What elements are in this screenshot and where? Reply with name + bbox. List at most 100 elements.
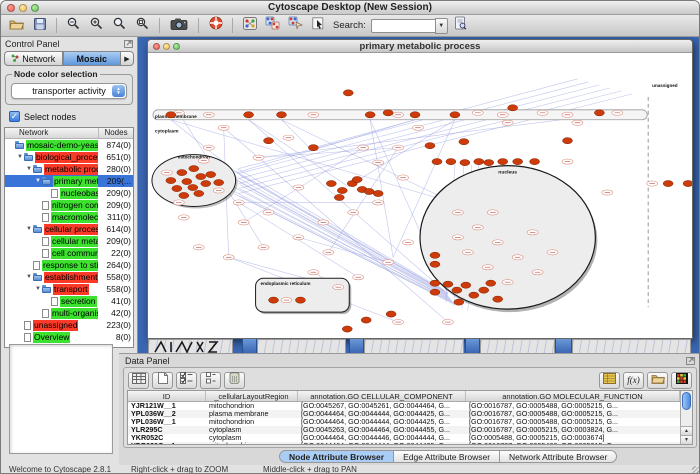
background-window-titlebar-fragment[interactable] (349, 339, 364, 353)
background-window-fragment[interactable] (480, 339, 555, 353)
tab-node-attribute-browser[interactable]: Node Attribute Browser (279, 450, 394, 463)
background-window-fragment[interactable] (257, 339, 346, 353)
search-dropdown-arrow[interactable]: ▼ (435, 18, 448, 34)
network-window-titlebar[interactable]: primary metabolic process (148, 40, 692, 53)
background-window-titlebar-fragment[interactable] (242, 339, 257, 353)
new-attribute-button[interactable] (152, 372, 173, 389)
tree-row[interactable]: ▼primary metabo209(... (5, 175, 133, 187)
scrollbar-thumb[interactable] (682, 392, 691, 410)
minimize-network-button[interactable] (163, 43, 170, 50)
help-button[interactable] (205, 16, 226, 35)
tree-row[interactable]: nucleobase-209(0) (5, 187, 133, 199)
minimize-window-button[interactable] (19, 4, 27, 12)
save-session-button[interactable] (29, 16, 50, 35)
tree-row[interactable]: unassigned223(0) (5, 319, 133, 331)
tree-row[interactable]: multi-organism pro42(0) (5, 307, 133, 319)
heatmap-button[interactable] (671, 372, 692, 389)
disclosure-triangle-icon[interactable]: ▼ (16, 154, 24, 160)
zoom-network-button[interactable] (173, 43, 180, 50)
search-input[interactable] (371, 19, 435, 33)
tree-row[interactable]: ▼transport558(0) (5, 283, 133, 295)
function-builder-button[interactable]: f(x) (623, 372, 644, 389)
background-window-titlebar-fragment[interactable] (465, 339, 480, 353)
tree-row[interactable]: cellular metabol209(0) (5, 235, 133, 247)
tree-row[interactable]: nitrogen compo209(0) (5, 199, 133, 211)
tab-network[interactable]: Network (4, 51, 63, 66)
column-header[interactable]: ID (128, 391, 206, 401)
import-attributes-button[interactable] (647, 372, 668, 389)
network-graph[interactable]: plasma membranecytoplasmmitochondrionnuc… (148, 53, 692, 338)
network-canvas[interactable]: plasma membranecytoplasmmitochondrionnuc… (148, 53, 692, 338)
tree-row[interactable]: mosaic-demo-yeast874(0) (5, 139, 133, 151)
birdseye-view-panel[interactable] (9, 344, 113, 454)
tree-node-label: Overview (33, 332, 70, 343)
tree-column-network[interactable]: Network (5, 128, 99, 138)
close-network-button[interactable] (153, 43, 160, 50)
tree-row[interactable]: Overview8(0) (5, 331, 133, 343)
undock-icon[interactable] (124, 40, 133, 48)
background-window-fragment[interactable] (148, 339, 233, 353)
tab-mosaic[interactable]: Mosaic (63, 51, 122, 66)
background-window-fragment[interactable] (572, 339, 691, 353)
disclosure-triangle-icon[interactable]: ▼ (34, 178, 42, 184)
table-cell: [GO:0005488, GO:0005215, GO:0003674] (466, 434, 680, 442)
close-window-button[interactable] (7, 4, 15, 12)
open-folder-icon (9, 17, 24, 35)
tree-row[interactable]: ▼biological_process651(0) (5, 151, 133, 163)
tree-row[interactable]: macromolecule311(0) (5, 211, 133, 223)
table-row[interactable]: YPL036W__2plasma membrane[GO:0044464, GO… (128, 410, 680, 418)
tab-scroll-right-arrow[interactable]: ▶ (121, 51, 134, 66)
table-row[interactable]: YJR121W__1mitochondrion[GO:0045267, GO:0… (128, 402, 680, 410)
tab-edge-attribute-browser[interactable]: Edge Attribute Browser (393, 450, 500, 463)
tree-row[interactable]: ▼cellular process614(0) (5, 223, 133, 235)
undock-icon[interactable] (686, 357, 695, 365)
file-icon (42, 249, 49, 258)
disclosure-triangle-icon[interactable]: ▼ (25, 274, 33, 280)
tree-row[interactable]: response to stimulu264(0) (5, 259, 133, 271)
advanced-search-button[interactable] (450, 16, 471, 35)
network-overview-button[interactable] (239, 16, 260, 35)
attribute-table-button[interactable] (128, 372, 149, 389)
copy-network-style-button[interactable] (262, 16, 283, 35)
background-window-titlebar-fragment[interactable] (555, 339, 572, 353)
column-header[interactable]: annotation.GO CELLULAR_COMPONENT (298, 391, 466, 401)
select-attributes-button[interactable] (176, 372, 197, 389)
zoom-selected-button[interactable] (132, 16, 153, 35)
tree-row[interactable]: ▼metabolic process280(0) (5, 163, 133, 175)
disclosure-triangle-icon[interactable]: ▼ (34, 286, 42, 292)
node-color-select[interactable]: transporter activity ▲▼ (11, 83, 127, 99)
tree-row[interactable]: cell communicat22(0) (5, 247, 133, 259)
resize-grip[interactable] (692, 466, 700, 474)
table-scrollbar[interactable]: ▲ ▼ (680, 391, 692, 444)
scroll-down-button[interactable]: ▼ (681, 435, 692, 444)
attribute-table-header[interactable]: ID_cellularLayoutRegionannotation.GO CEL… (128, 391, 680, 402)
unselect-attributes-button[interactable] (200, 372, 221, 389)
select-nodes-checkbox[interactable]: ✓ (9, 111, 20, 122)
tree-row[interactable]: ▼establishment of lo558(0) (5, 271, 133, 283)
attribute-matrix-button[interactable] (599, 372, 620, 389)
tree-row[interactable]: secretion41(0) (5, 295, 133, 307)
zoom-out-button[interactable] (63, 16, 84, 35)
zoom-fit-button[interactable] (109, 16, 130, 35)
background-window-fragment[interactable] (364, 339, 464, 353)
table-row[interactable]: YDR039C__1mitochondrion[GO:0044464, GO:0… (128, 442, 680, 444)
delete-attribute-button[interactable] (224, 372, 245, 389)
paste-network-style-button[interactable] (285, 16, 306, 35)
disclosure-triangle-icon[interactable]: ▼ (25, 226, 33, 232)
tree-column-nodes[interactable]: Nodes (99, 128, 133, 138)
tab-network-attribute-browser[interactable]: Network Attribute Browser (499, 450, 617, 463)
open-session-button[interactable] (6, 16, 27, 35)
scroll-up-button[interactable]: ▲ (681, 426, 692, 435)
table-row[interactable]: YLR295Ccytoplasm[GO:0045263, GO:0044464,… (128, 426, 680, 434)
zoom-in-button[interactable] (86, 16, 107, 35)
select-mode-button[interactable] (308, 16, 329, 35)
tree-header[interactable]: Network Nodes (5, 128, 133, 139)
column-header[interactable]: _cellularLayoutRegion (206, 391, 298, 401)
table-row[interactable]: YPL036W__1mitochondrion[GO:0044464, GO:0… (128, 418, 680, 426)
column-header[interactable]: annotation.GO MOLECULAR_FUNCTION (466, 391, 680, 401)
status-zoom-hint: Right-click + drag to ZOOM (131, 465, 228, 474)
table-row[interactable]: YKR052Ccytoplasm[GO:0044464, GO:0044446,… (128, 434, 680, 442)
snapshot-button[interactable] (166, 16, 192, 35)
zoom-window-button[interactable] (31, 4, 39, 12)
disclosure-triangle-icon[interactable]: ▼ (25, 166, 33, 172)
